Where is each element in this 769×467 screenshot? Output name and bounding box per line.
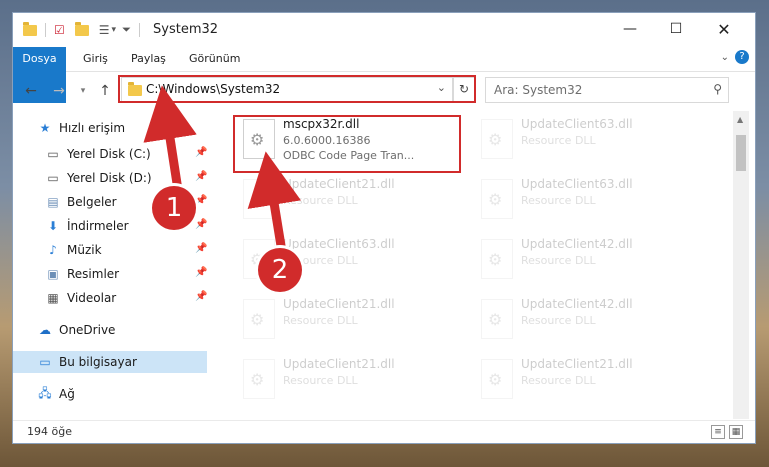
step-badge-2: 2 xyxy=(258,248,302,292)
step-badge-1: 1 xyxy=(152,186,196,230)
arrow-1 xyxy=(143,85,197,191)
annotation-arrows xyxy=(143,85,301,253)
arrow-2 xyxy=(247,151,301,253)
